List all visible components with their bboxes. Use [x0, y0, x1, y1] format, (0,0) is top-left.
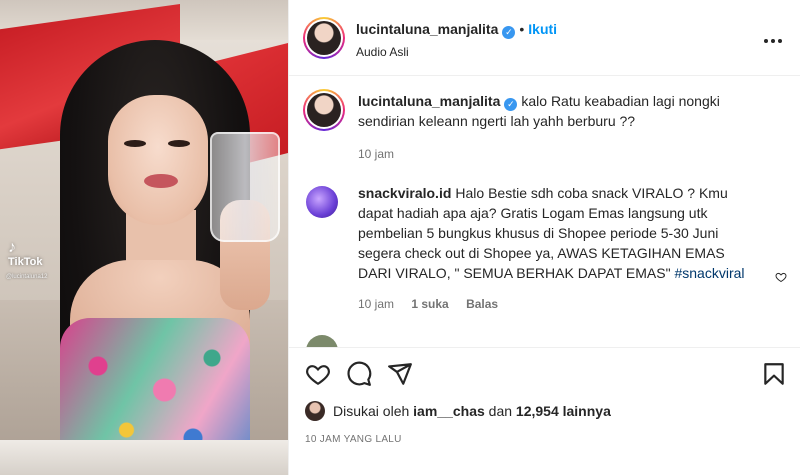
photo-eye-right — [168, 140, 190, 147]
next-commenter-avatar[interactable] — [306, 335, 338, 347]
caption-time[interactable]: 10 jam — [358, 147, 394, 161]
hashtag-link[interactable]: #snackviral — [674, 265, 744, 281]
share-icon[interactable] — [387, 361, 413, 387]
caption-username[interactable]: lucintaluna_manjalita — [358, 93, 500, 109]
liker-avatar[interactable] — [305, 401, 325, 421]
photo-table — [0, 440, 288, 475]
verified-badge-icon: ✓ — [504, 97, 518, 111]
action-bar — [289, 347, 800, 397]
liker-username[interactable]: iam__chas — [413, 403, 485, 419]
post-timestamp[interactable]: 10 JAM YANG LALU — [305, 434, 402, 445]
author-avatar[interactable] — [303, 17, 345, 59]
caption-text: lucintaluna_manjalita ✓ kalo Ratu keabadia… — [358, 91, 748, 131]
bookmark-icon[interactable] — [761, 361, 787, 387]
likes-summary: Disukai oleh iam__chas dan 12,954 lainny… — [305, 401, 611, 421]
reply-button[interactable]: Balas — [466, 297, 498, 311]
tiktok-watermark: ♪ TikTok — [8, 239, 43, 269]
post-photo[interactable]: ♪ TikTok @lucintaluna12 — [0, 0, 288, 475]
comment-text: snackviralo.id Halo Bestie sdh coba snack… — [358, 183, 748, 283]
comment-icon[interactable] — [346, 361, 372, 387]
verified-badge-icon: ✓ — [502, 26, 516, 39]
author-username[interactable]: lucintaluna_manjalita — [356, 21, 498, 37]
post-header: lucintaluna_manjalita ✓ • Ikuti Audio Asli — [289, 0, 800, 76]
avatar-image — [307, 21, 341, 55]
tiktok-icon: ♪ — [8, 239, 16, 256]
photo-face — [108, 95, 208, 225]
post-sidebar: lucintaluna_manjalita ✓ • Ikuti Audio Asli … — [288, 0, 800, 475]
author-line: lucintaluna_manjalita ✓ • Ikuti — [356, 21, 557, 39]
avatar-image — [307, 93, 341, 127]
follow-button[interactable]: Ikuti — [528, 21, 557, 37]
audio-link[interactable]: Audio Asli — [356, 45, 409, 59]
caption-avatar[interactable] — [303, 89, 345, 131]
tiktok-brand: TikTok — [8, 256, 43, 268]
comment-likes[interactable]: 1 suka — [411, 297, 448, 311]
more-options-icon[interactable] — [763, 28, 783, 48]
caption-meta: 10 jam — [358, 147, 408, 161]
photo-lips — [144, 174, 178, 188]
likes-prefix: Disukai oleh — [333, 403, 410, 419]
comment-like-heart-icon[interactable] — [775, 271, 787, 283]
photo-glass — [210, 132, 280, 242]
comment-meta: 10 jam 1 suka Balas — [358, 297, 512, 311]
tiktok-handle: @lucintaluna12 — [6, 274, 48, 280]
likes-joiner: dan — [488, 403, 513, 419]
heart-icon[interactable] — [305, 361, 331, 387]
separator-dot: • — [519, 21, 525, 37]
likes-count[interactable]: 12,954 lainnya — [516, 403, 611, 419]
comments-list[interactable]: lucintaluna_manjalita ✓ kalo Ratu keabadia… — [289, 77, 800, 347]
photo-eye-left — [124, 140, 146, 147]
commenter-avatar[interactable] — [306, 186, 338, 218]
comment-time[interactable]: 10 jam — [358, 297, 394, 311]
commenter-username[interactable]: snackviralo.id — [358, 185, 451, 201]
